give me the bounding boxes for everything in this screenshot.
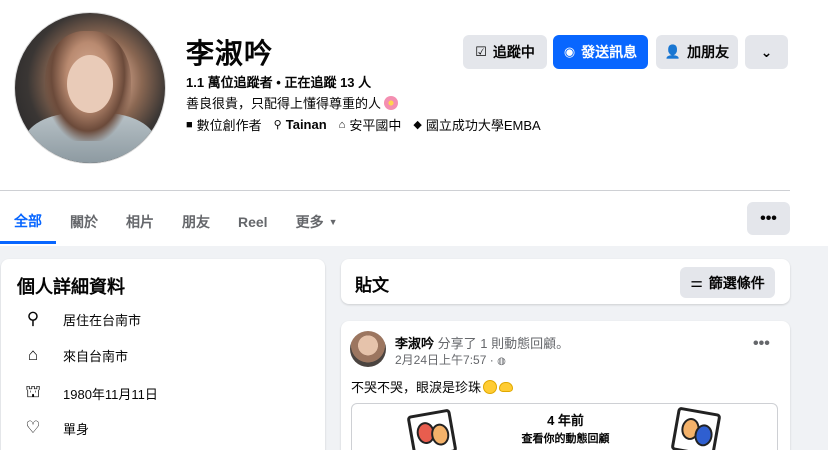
tab-reel[interactable]: Reel: [224, 200, 282, 244]
intro-row-lives: ⚲ 居住在台南市: [23, 309, 141, 329]
meta-item-school[interactable]: ⌂ 安平國中: [339, 115, 402, 134]
tab-about[interactable]: 關於: [56, 200, 112, 244]
tab-label: 全部: [14, 212, 42, 229]
home-icon: ⌂: [27, 345, 39, 364]
header-divider: [0, 190, 790, 191]
smile-emoji-icon: [483, 379, 498, 394]
add-friend-button[interactable]: 👤 加朋友: [656, 35, 738, 69]
following-label: 追蹤中: [492, 44, 535, 60]
intro-row-birthday: ⛫ 1980年11月11日: [23, 382, 158, 404]
meta-text: 數位創作者: [196, 118, 262, 133]
profile-more-button[interactable]: ⌄: [745, 35, 788, 69]
following-check-icon: ☑: [475, 44, 487, 59]
memory-card[interactable]: 4 年前 查看你的動態回顧: [351, 403, 778, 450]
heart-hands-emoji-icon: [499, 381, 514, 392]
profile-avatar[interactable]: [14, 12, 166, 164]
filter-label: 篩選條件: [708, 274, 765, 291]
tab-friends[interactable]: 朋友: [168, 200, 224, 244]
post-action-text: 分享了 1 則動態回顧。: [437, 336, 570, 351]
post-text: 不哭不哭，眼淚是珍珠: [351, 377, 514, 396]
caret-down-icon: ▼: [328, 217, 338, 227]
memory-photo-right-icon: [670, 406, 722, 450]
tab-photos[interactable]: 相片: [112, 200, 168, 244]
post-timestamp[interactable]: 2月24日上午7:57 · ◍: [395, 351, 506, 368]
post-author-avatar[interactable]: [350, 331, 386, 367]
send-message-button[interactable]: ◉ 發送訊息: [553, 35, 648, 69]
location-pin-icon: ⚲: [26, 309, 40, 328]
intro-row-text: 1980年11月11日: [63, 386, 158, 402]
tab-all[interactable]: 全部: [0, 200, 56, 244]
profile-bio: 善良很貴，只配得上懂得尊重的人: [186, 93, 399, 112]
meta-text: 安平國中: [349, 118, 402, 133]
tab-label: 相片: [126, 214, 154, 230]
meta-item-university[interactable]: ◆ 國立成功大學EMBA: [413, 115, 540, 134]
chevron-down-icon: ⌄: [760, 43, 773, 60]
intro-row-from: ⌂ 來自台南市: [23, 345, 128, 365]
meta-item-location[interactable]: ⚲ Tainan: [274, 117, 327, 132]
bio-text: 善良很貴，只配得上懂得尊重的人: [186, 96, 382, 111]
meta-item-category: ■ 數位創作者: [186, 115, 262, 134]
posts-title: 貼文: [355, 276, 389, 295]
flower-emoji-icon: [384, 95, 399, 110]
globe-icon: ◍: [497, 356, 506, 367]
tabs-more-button[interactable]: •••: [747, 202, 790, 235]
tab-label: Reel: [238, 214, 268, 230]
school-icon: ⌂: [338, 118, 346, 131]
sliders-icon: ⚌: [690, 274, 703, 290]
following-button[interactable]: ☑ 追蹤中: [463, 35, 547, 69]
intro-row-text[interactable]: 來自台南市: [63, 346, 128, 365]
add-friend-label: 加朋友: [687, 44, 730, 60]
followers-count[interactable]: 1.1 萬位追蹤者 • 正在追蹤 13 人: [186, 72, 371, 91]
profile-name: 李淑吟: [186, 38, 274, 69]
intro-row-text[interactable]: 居住在台南市: [63, 310, 141, 329]
avatar-face: [67, 55, 113, 113]
send-message-label: 發送訊息: [581, 44, 638, 60]
post-more-button[interactable]: •••: [753, 335, 770, 353]
profile-tabs: 全部 關於 相片 朋友 Reel 更多 ▼: [0, 200, 352, 246]
posts-header-card: 貼文 ⚌ 篩選條件: [341, 259, 790, 304]
post-author-name[interactable]: 李淑吟: [395, 336, 434, 351]
intro-card: 個人詳細資料 ⚲ 居住在台南市 ⌂ 來自台南市 ⛫ 1980年11月11日 ♡ …: [1, 259, 325, 450]
intro-row-text: 單身: [63, 421, 90, 437]
tab-label: 關於: [70, 214, 98, 230]
add-person-icon: 👤: [664, 44, 682, 59]
heart-icon: ♡: [25, 418, 41, 437]
post-author-line: 李淑吟 分享了 1 則動態回顧。: [395, 333, 569, 352]
tab-label: 更多: [295, 214, 324, 230]
location-pin-icon: ⚲: [273, 119, 282, 131]
tab-label: 朋友: [182, 214, 210, 230]
messenger-icon: ◉: [563, 44, 576, 59]
post-card: 李淑吟 分享了 1 則動態回顧。 2月24日上午7:57 · ◍ ••• 不哭不…: [341, 321, 790, 450]
post-time-text: 2月24日上午7:57 ·: [395, 353, 494, 367]
intro-title: 個人詳細資料: [17, 277, 125, 297]
birthday-cake-icon: ⛫: [25, 382, 41, 401]
filter-button[interactable]: ⚌ 篩選條件: [680, 267, 775, 298]
meta-text: Tainan: [285, 117, 327, 132]
meta-text: 國立成功大學EMBA: [425, 118, 541, 133]
intro-row-relationship: ♡ 單身: [23, 418, 89, 438]
tab-more[interactable]: 更多 ▼: [282, 200, 352, 244]
profile-meta: ■ 數位創作者 ⚲ Tainan ⌂ 安平國中 ◆ 國立成功大學EMBA: [186, 115, 541, 134]
profile-header: 李淑吟 1.1 萬位追蹤者 • 正在追蹤 13 人 善良很貴，只配得上懂得尊重的…: [0, 0, 828, 246]
post-text-content: 不哭不哭，眼淚是珍珠: [351, 380, 482, 395]
graduation-cap-icon: ◆: [413, 119, 422, 131]
briefcase-icon: ■: [186, 118, 193, 131]
